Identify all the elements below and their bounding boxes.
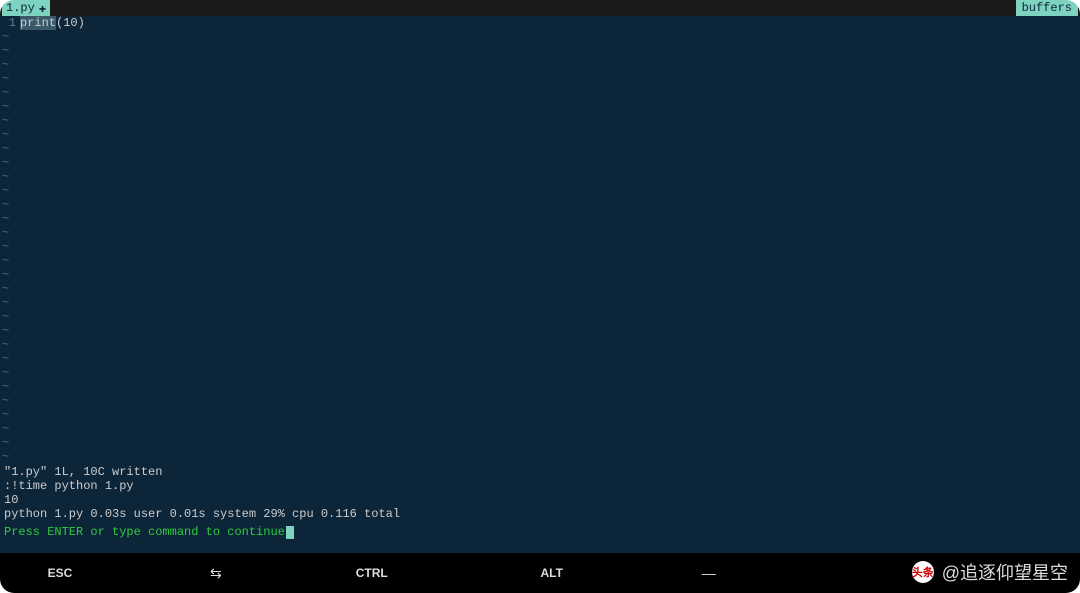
empty-lines: ~~~~~~~~~~~~~~~~~~~~~~~~~~~~~~~ [0,30,1080,463]
prompt-text: Press ENTER or type command to continue [4,525,285,539]
tilde-line: ~ [0,450,1080,463]
tilde-line: ~ [0,324,1080,338]
tilde-line: ~ [0,408,1080,422]
watermark: 头条 @追逐仰望星空 [912,559,1068,585]
keyboard-bar: ESC ⇆ CTRL ALT — 头条 @追逐仰望星空 [0,553,1080,593]
output-line: "1.py" 1L, 10C written [4,465,1076,479]
alt-key[interactable]: ALT [522,566,582,580]
tilde-line: ~ [0,268,1080,282]
prompt-line[interactable]: Press ENTER or type command to continue [0,523,1080,541]
tilde-line: ~ [0,100,1080,114]
ctrl-key[interactable]: CTRL [342,566,402,580]
tilde-line: ~ [0,58,1080,72]
tab-filename: 1.py [6,1,35,15]
tilde-line: ~ [0,352,1080,366]
dash-key[interactable]: — [702,565,716,581]
file-tab[interactable]: 1.py ✚ [2,0,50,16]
buffers-button[interactable]: buffers [1016,0,1078,16]
tilde-line: ~ [0,142,1080,156]
tilde-line: ~ [0,436,1080,450]
command-output: "1.py" 1L, 10C written :!time python 1.p… [0,463,1080,523]
output-line: :!time python 1.py [4,479,1076,493]
tilde-line: ~ [0,226,1080,240]
tilde-line: ~ [0,44,1080,58]
tilde-line: ~ [0,156,1080,170]
output-line: 10 [4,493,1076,507]
tilde-line: ~ [0,240,1080,254]
tilde-line: ~ [0,422,1080,436]
cursor [286,526,294,539]
esc-key[interactable]: ESC [30,566,90,580]
tilde-line: ~ [0,86,1080,100]
tab-key-icon[interactable]: ⇆ [210,565,222,582]
tilde-line: ~ [0,380,1080,394]
code-keyword: print [20,16,56,30]
code-args: (10) [56,16,85,30]
watermark-icon: 头条 [912,561,934,583]
tilde-line: ~ [0,366,1080,380]
tilde-line: ~ [0,184,1080,198]
line-number: 1 [0,16,20,30]
tilde-line: ~ [0,198,1080,212]
watermark-text: @追逐仰望星空 [942,559,1068,585]
code-line: 1 print (10) [0,16,1080,30]
editor-area[interactable]: 1 print (10) ~~~~~~~~~~~~~~~~~~~~~~~~~~~… [0,16,1080,463]
tilde-line: ~ [0,254,1080,268]
tilde-line: ~ [0,282,1080,296]
tilde-line: ~ [0,30,1080,44]
tilde-line: ~ [0,310,1080,324]
tilde-line: ~ [0,338,1080,352]
modified-icon: ✚ [39,1,46,16]
tilde-line: ~ [0,72,1080,86]
tilde-line: ~ [0,296,1080,310]
tilde-line: ~ [0,114,1080,128]
tilde-line: ~ [0,128,1080,142]
code-content: print (10) [20,16,85,30]
output-line: python 1.py 0.03s user 0.01s system 29% … [4,507,1076,521]
tilde-line: ~ [0,212,1080,226]
tilde-line: ~ [0,394,1080,408]
tab-bar: 1.py ✚ buffers [0,0,1080,16]
tilde-line: ~ [0,170,1080,184]
